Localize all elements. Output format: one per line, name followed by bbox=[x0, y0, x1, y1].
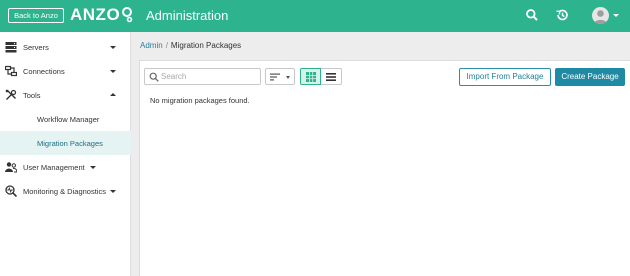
app-title: Administration bbox=[146, 8, 229, 23]
search-icon bbox=[149, 72, 159, 82]
sidebar-item-label: Connections bbox=[23, 67, 65, 76]
sidebar: Servers Connections Tools Workflow Manag… bbox=[0, 32, 131, 276]
search-input[interactable] bbox=[161, 70, 257, 83]
list-view-toggle[interactable] bbox=[321, 68, 342, 85]
back-to-anzo-button[interactable]: Back to Anzo bbox=[8, 8, 64, 23]
sidebar-item-label: Tools bbox=[23, 91, 41, 100]
sidebar-subitem-migration-packages[interactable]: Migration Packages bbox=[0, 131, 131, 155]
history-icon[interactable] bbox=[555, 8, 569, 22]
monitoring-icon bbox=[5, 185, 17, 197]
breadcrumb-current: Migration Packages bbox=[170, 41, 242, 50]
avatar-silhouette-icon bbox=[594, 10, 607, 24]
chevron-down-icon bbox=[110, 46, 116, 49]
chevron-down-icon bbox=[286, 76, 290, 79]
sidebar-item-connections[interactable]: Connections bbox=[0, 59, 131, 83]
breadcrumb-separator: / bbox=[165, 41, 168, 50]
chevron-down-icon bbox=[110, 70, 116, 73]
top-header: Back to Anzo ANZO Administration bbox=[0, 0, 630, 32]
sidebar-item-label: Servers bbox=[23, 43, 49, 52]
connections-icon bbox=[5, 65, 17, 77]
sidebar-item-user-management[interactable]: User Management bbox=[0, 155, 131, 179]
breadcrumb: Admin / Migration Packages bbox=[140, 41, 241, 50]
user-avatar[interactable] bbox=[592, 7, 609, 24]
grid-view-toggle[interactable] bbox=[300, 68, 321, 85]
sidebar-subitem-workflow-manager[interactable]: Workflow Manager bbox=[0, 107, 131, 131]
sidebar-subitem-label: Migration Packages bbox=[37, 139, 103, 148]
empty-state-message: No migration packages found. bbox=[150, 96, 250, 105]
users-icon bbox=[5, 162, 17, 173]
chevron-down-icon bbox=[110, 190, 116, 193]
sidebar-item-label: User Management bbox=[23, 163, 85, 172]
logo-mark-icon bbox=[122, 7, 133, 23]
sidebar-item-tools[interactable]: Tools bbox=[0, 83, 131, 107]
chevron-up-icon bbox=[110, 93, 116, 96]
sidebar-subitem-label: Workflow Manager bbox=[37, 115, 100, 124]
tools-icon bbox=[5, 89, 17, 100]
content-panel bbox=[139, 60, 630, 276]
sidebar-item-label: Monitoring & Diagnostics bbox=[23, 187, 106, 196]
search-field[interactable] bbox=[144, 68, 261, 85]
sidebar-item-servers[interactable]: Servers bbox=[0, 35, 131, 59]
chevron-down-icon[interactable] bbox=[613, 14, 619, 17]
breadcrumb-admin-link[interactable]: Admin bbox=[140, 41, 163, 50]
create-package-button[interactable]: Create Package bbox=[555, 68, 625, 86]
server-icon bbox=[5, 42, 17, 53]
sidebar-item-monitoring[interactable]: Monitoring & Diagnostics bbox=[0, 179, 131, 203]
import-from-package-button[interactable]: Import From Package bbox=[459, 68, 551, 86]
search-icon[interactable] bbox=[525, 8, 539, 22]
grid-icon bbox=[306, 72, 316, 82]
sort-icon bbox=[270, 73, 280, 81]
logo-text: ANZO bbox=[70, 5, 121, 24]
anzo-logo[interactable]: ANZO bbox=[70, 5, 133, 24]
sort-dropdown[interactable] bbox=[265, 68, 295, 85]
chevron-down-icon bbox=[90, 166, 96, 169]
list-icon bbox=[326, 73, 336, 81]
